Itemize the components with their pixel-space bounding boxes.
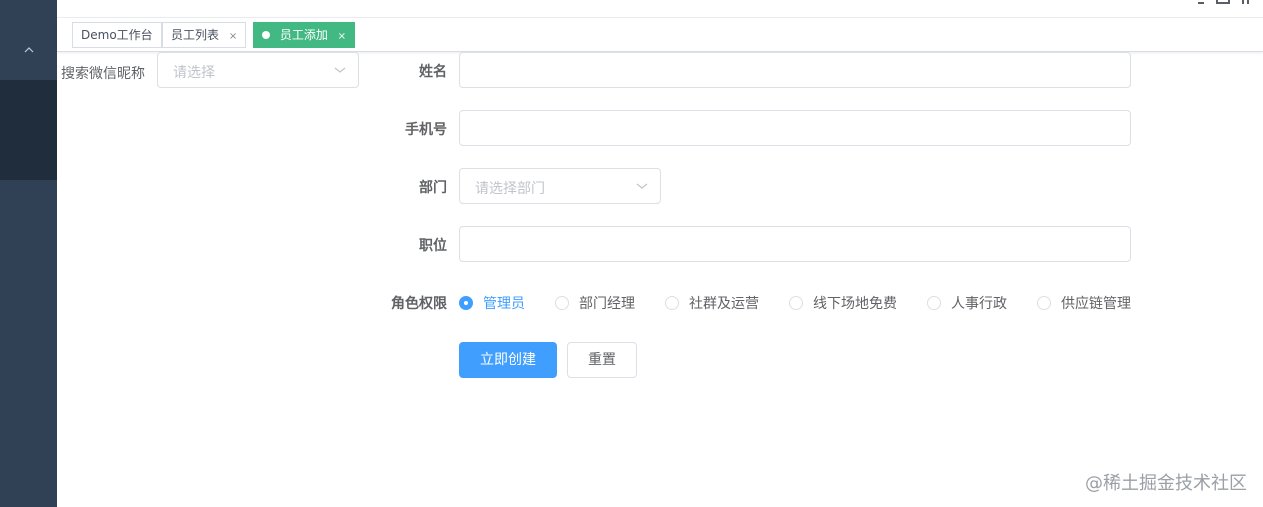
chevron-up-icon [24, 47, 33, 53]
close-icon[interactable]: × [338, 25, 346, 49]
tag-employee-add[interactable]: 员工添加 × [253, 22, 356, 49]
create-button[interactable]: 立即创建 [459, 342, 557, 378]
search-icon[interactable] [1198, 0, 1204, 4]
tag-label: 员工列表 [171, 28, 220, 42]
top-navbar [57, 0, 1263, 18]
department-label: 部门 [419, 180, 447, 196]
radio-label: 供应链管理 [1061, 296, 1131, 312]
radio-unchecked-icon [555, 296, 569, 310]
watermark: @稀土掘金技术社区 [1085, 473, 1247, 494]
name-input[interactable] [459, 52, 1131, 88]
navbar-right-icons [1198, 0, 1249, 4]
radio-unchecked-icon [927, 296, 941, 310]
tag-label: Demo工作台 [81, 28, 153, 42]
radio-label: 社群及运营 [689, 296, 759, 312]
name-label: 姓名 [419, 64, 447, 80]
sidebar [0, 0, 57, 507]
chevron-down-icon [636, 183, 648, 189]
radio-checked-icon [459, 296, 473, 310]
role-radio-offline-venue[interactable]: 线下场地免费 [789, 293, 897, 313]
role-radio-community-ops[interactable]: 社群及运营 [665, 293, 759, 313]
position-label: 职位 [419, 238, 447, 254]
fullscreen-icon[interactable] [1216, 0, 1230, 4]
active-dot-icon [262, 30, 270, 39]
role-radio-dept-manager[interactable]: 部门经理 [555, 293, 635, 313]
role-radio-hr-admin[interactable]: 人事行政 [927, 293, 1007, 313]
radio-label: 管理员 [483, 296, 525, 312]
department-select[interactable]: 请选择部门 [459, 168, 661, 204]
phone-label: 手机号 [405, 122, 447, 138]
sidebar-active-menu-item[interactable] [0, 80, 57, 180]
role-radio-admin[interactable]: 管理员 [459, 293, 525, 313]
close-icon[interactable]: × [229, 25, 237, 49]
sidebar-collapse-button[interactable] [0, 20, 57, 80]
radio-unchecked-icon [1037, 296, 1051, 310]
select-placeholder: 请选择部门 [475, 181, 545, 197]
tag-demo-workbench[interactable]: Demo工作台 [72, 22, 162, 48]
role-radio-supply-chain[interactable]: 供应链管理 [1037, 293, 1131, 313]
size-icon[interactable] [1242, 0, 1249, 4]
tag-employee-list[interactable]: 员工列表 × [162, 22, 247, 49]
radio-unchecked-icon [665, 296, 679, 310]
reset-button[interactable]: 重置 [567, 342, 637, 378]
radio-unchecked-icon [789, 296, 803, 310]
select-placeholder: 请选择 [173, 65, 215, 81]
role-label: 角色权限 [391, 296, 447, 312]
radio-label: 人事行政 [951, 296, 1007, 312]
radio-label: 部门经理 [579, 296, 635, 312]
tag-label: 员工添加 [279, 28, 328, 42]
search-wechat-label: 搜索微信昵称 [61, 66, 145, 82]
position-input[interactable] [459, 226, 1131, 262]
tags-view: Demo工作台 员工列表 × 员工添加 × [57, 18, 1263, 52]
radio-label: 线下场地免费 [813, 296, 897, 312]
phone-input[interactable] [459, 110, 1131, 146]
